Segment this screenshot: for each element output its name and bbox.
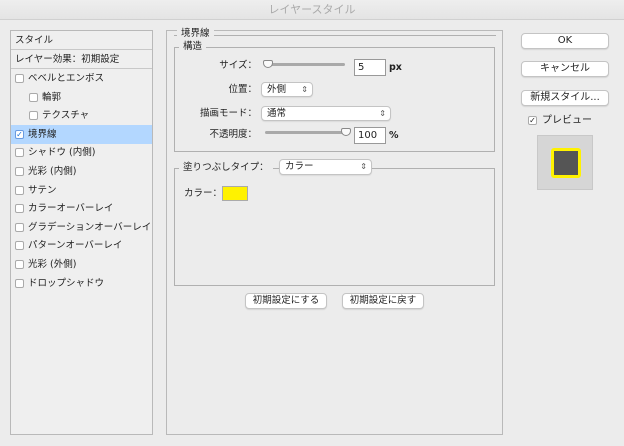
position-select[interactable]: 外側 ⇕ <box>261 82 313 97</box>
style-item[interactable]: 輪郭 <box>11 88 152 107</box>
make-default-button[interactable]: 初期設定にする <box>245 293 327 309</box>
ok-button[interactable]: OK <box>521 33 609 49</box>
window-title: レイヤースタイル <box>268 3 356 16</box>
opacity-slider[interactable] <box>265 131 347 134</box>
size-label: サイズ： <box>219 60 257 71</box>
style-item[interactable]: ドロップシャドウ <box>11 274 152 293</box>
style-item-label: 光彩 (内側) <box>28 166 77 177</box>
chevron-updown-icon: ⇕ <box>379 109 386 118</box>
fill-type-label: 塗りつぶしタイプ： <box>179 160 273 176</box>
reset-to-default-button[interactable]: 初期設定に戻す <box>342 293 424 309</box>
checkbox-icon[interactable] <box>15 278 24 288</box>
fill-type-value: カラー <box>285 161 314 172</box>
style-item-label: 境界線 <box>28 128 57 140</box>
chevron-updown-icon: ⇕ <box>301 85 308 94</box>
preview-thumbnail <box>537 135 593 190</box>
position-label: 位置： <box>228 84 257 95</box>
preview-square <box>551 148 581 178</box>
checkbox-icon[interactable] <box>15 74 24 83</box>
style-item-label: パターンオーバーレイ <box>28 240 123 252</box>
position-value: 外側 <box>267 84 287 95</box>
size-slider[interactable] <box>265 63 345 66</box>
style-item[interactable]: 光彩 (内側) <box>11 162 152 181</box>
checkbox-icon[interactable] <box>15 204 24 214</box>
styles-list: スタイル レイヤー効果：初期設定 ベベルとエンボス輪郭テクスチャ ✓ 境界線シャドウ… <box>10 30 153 435</box>
size-input[interactable]: 5 <box>354 59 386 76</box>
checkbox-icon[interactable] <box>15 260 24 269</box>
styles-header-label: スタイル <box>15 35 54 46</box>
style-item[interactable]: パターンオーバーレイ <box>11 236 152 255</box>
style-item[interactable]: カラーオーバーレイ <box>11 199 152 218</box>
style-item[interactable]: テクスチャ <box>11 106 152 125</box>
stroke-panel: 境界線 構造 サイズ： 5 px 位置： 外側 ⇕ 描画モード： 通常 ⇕ 不透明度… <box>166 28 503 435</box>
color-label: カラー： <box>184 188 223 199</box>
opacity-input[interactable]: 100 <box>354 127 386 144</box>
blend-mode-value: 通常 <box>267 108 287 119</box>
checkbox-icon[interactable] <box>15 167 24 176</box>
style-item-label: グラデーションオーバーレイ <box>28 221 152 233</box>
color-swatch[interactable] <box>222 186 248 201</box>
blend-mode-select[interactable]: 通常 ⇕ <box>261 106 391 121</box>
style-item[interactable]: 光彩 (外側) <box>11 255 152 274</box>
structure-title: 構造 <box>179 41 207 53</box>
blend-mode-label: 描画モード： <box>199 108 257 119</box>
fill-type-select[interactable]: カラー ⇕ <box>279 159 372 175</box>
checkbox-icon[interactable] <box>15 241 24 251</box>
checkmark-icon: ✓ <box>528 115 537 125</box>
preview-checkbox[interactable]: ✓ プレビュー <box>528 115 592 127</box>
opacity-label: 不透明度： <box>209 129 257 140</box>
style-item-label: ベベルとエンボス <box>28 73 105 84</box>
checkbox-icon[interactable] <box>15 148 24 158</box>
preview-label: プレビュー <box>542 115 592 126</box>
style-item-label: サテン <box>28 184 57 196</box>
checkbox-icon[interactable] <box>15 222 24 232</box>
style-item[interactable]: ベベルとエンボス <box>11 69 152 88</box>
checkbox-checked-icon[interactable]: ✓ <box>15 129 24 139</box>
style-item-label: カラーオーバーレイ <box>28 203 114 215</box>
style-item-label: 輪郭 <box>42 91 62 103</box>
style-item-label: ドロップシャドウ <box>28 277 105 289</box>
size-unit: px <box>389 62 402 73</box>
style-item[interactable]: グラデーションオーバーレイ <box>11 218 152 237</box>
style-item-label: テクスチャ <box>42 110 90 122</box>
style-item-label: シャドウ (内側) <box>28 147 96 159</box>
chevron-updown-icon: ⇕ <box>360 162 367 171</box>
checkbox-icon[interactable] <box>29 92 38 102</box>
style-item-label: 光彩 (外側) <box>28 259 77 270</box>
style-item[interactable]: ✓ 境界線 <box>11 124 152 144</box>
stroke-title: 境界線 <box>177 28 214 40</box>
opacity-unit: % <box>389 130 399 141</box>
checkbox-icon[interactable] <box>15 185 24 195</box>
blending-options-label: レイヤー効果：初期設定 <box>15 54 120 65</box>
new-style-button[interactable]: 新規スタイル... <box>521 90 609 106</box>
cancel-button[interactable]: キャンセル <box>521 61 609 77</box>
style-item[interactable]: シャドウ (内側) <box>11 143 152 162</box>
styles-header[interactable]: スタイル <box>11 31 152 50</box>
blending-options-item[interactable]: レイヤー効果：初期設定 <box>11 50 152 69</box>
checkbox-icon[interactable] <box>29 111 38 121</box>
style-item[interactable]: サテン <box>11 181 152 200</box>
title-bar: レイヤースタイル <box>0 0 624 20</box>
